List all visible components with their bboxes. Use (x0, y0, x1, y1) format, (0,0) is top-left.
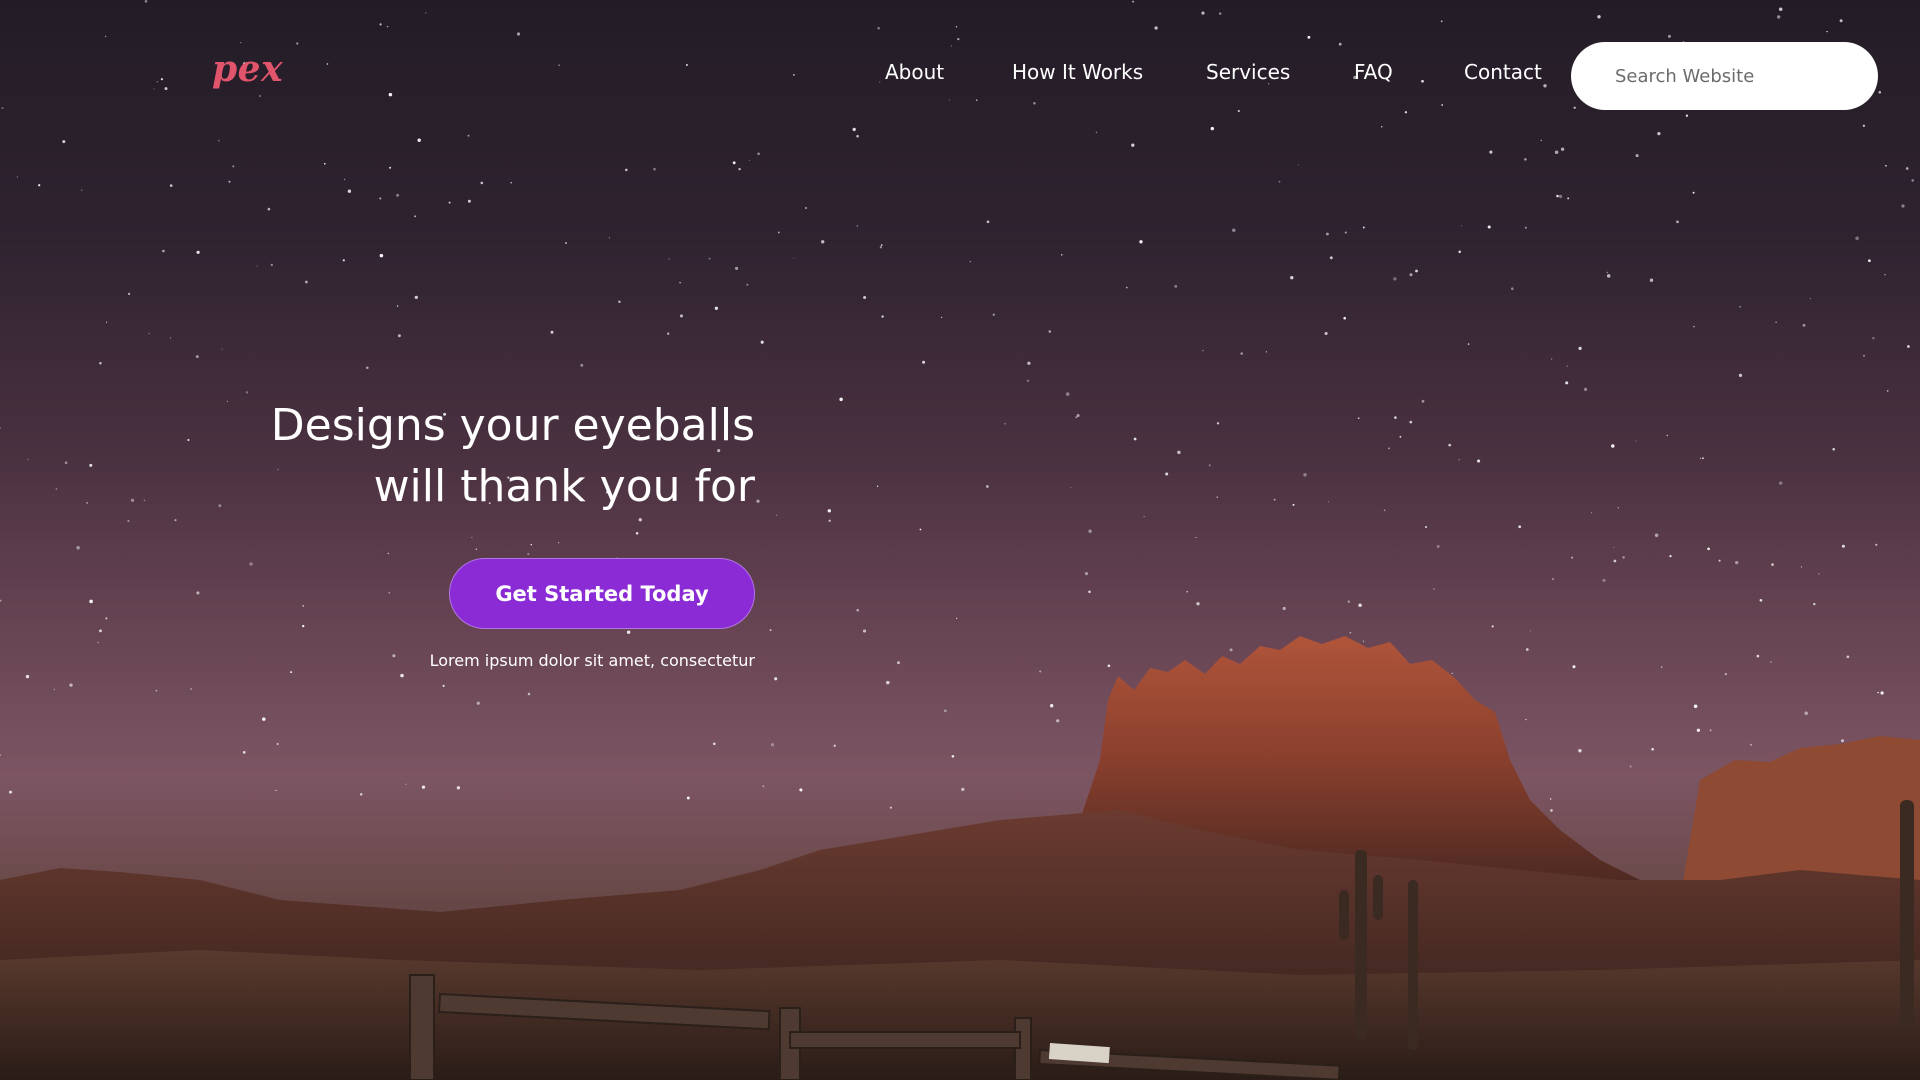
get-started-button[interactable]: Get Started Today (449, 558, 755, 629)
hero-subtext: Lorem ipsum dolor sit amet, consectetur (429, 651, 755, 670)
nav-about[interactable]: About (885, 60, 944, 84)
nav-how-it-works[interactable]: How It Works (1012, 60, 1143, 84)
search-input[interactable] (1613, 64, 1857, 88)
brand-logo[interactable]: pex (212, 48, 283, 90)
hero-title-line-1: Designs your eyeballs (270, 400, 755, 451)
nav-services[interactable]: Services (1206, 60, 1290, 84)
landing-page: pex About How It Works Services FAQ Cont… (0, 0, 1920, 1080)
nav-contact[interactable]: Contact (1464, 60, 1542, 84)
search-box (1571, 42, 1878, 110)
hero-title: Designs your eyeballs will thank you for (255, 395, 755, 517)
hero-title-line-2: will thank you for (373, 461, 755, 512)
nav-faq[interactable]: FAQ (1354, 60, 1393, 84)
desert-mountain-landscape (0, 636, 1920, 1080)
